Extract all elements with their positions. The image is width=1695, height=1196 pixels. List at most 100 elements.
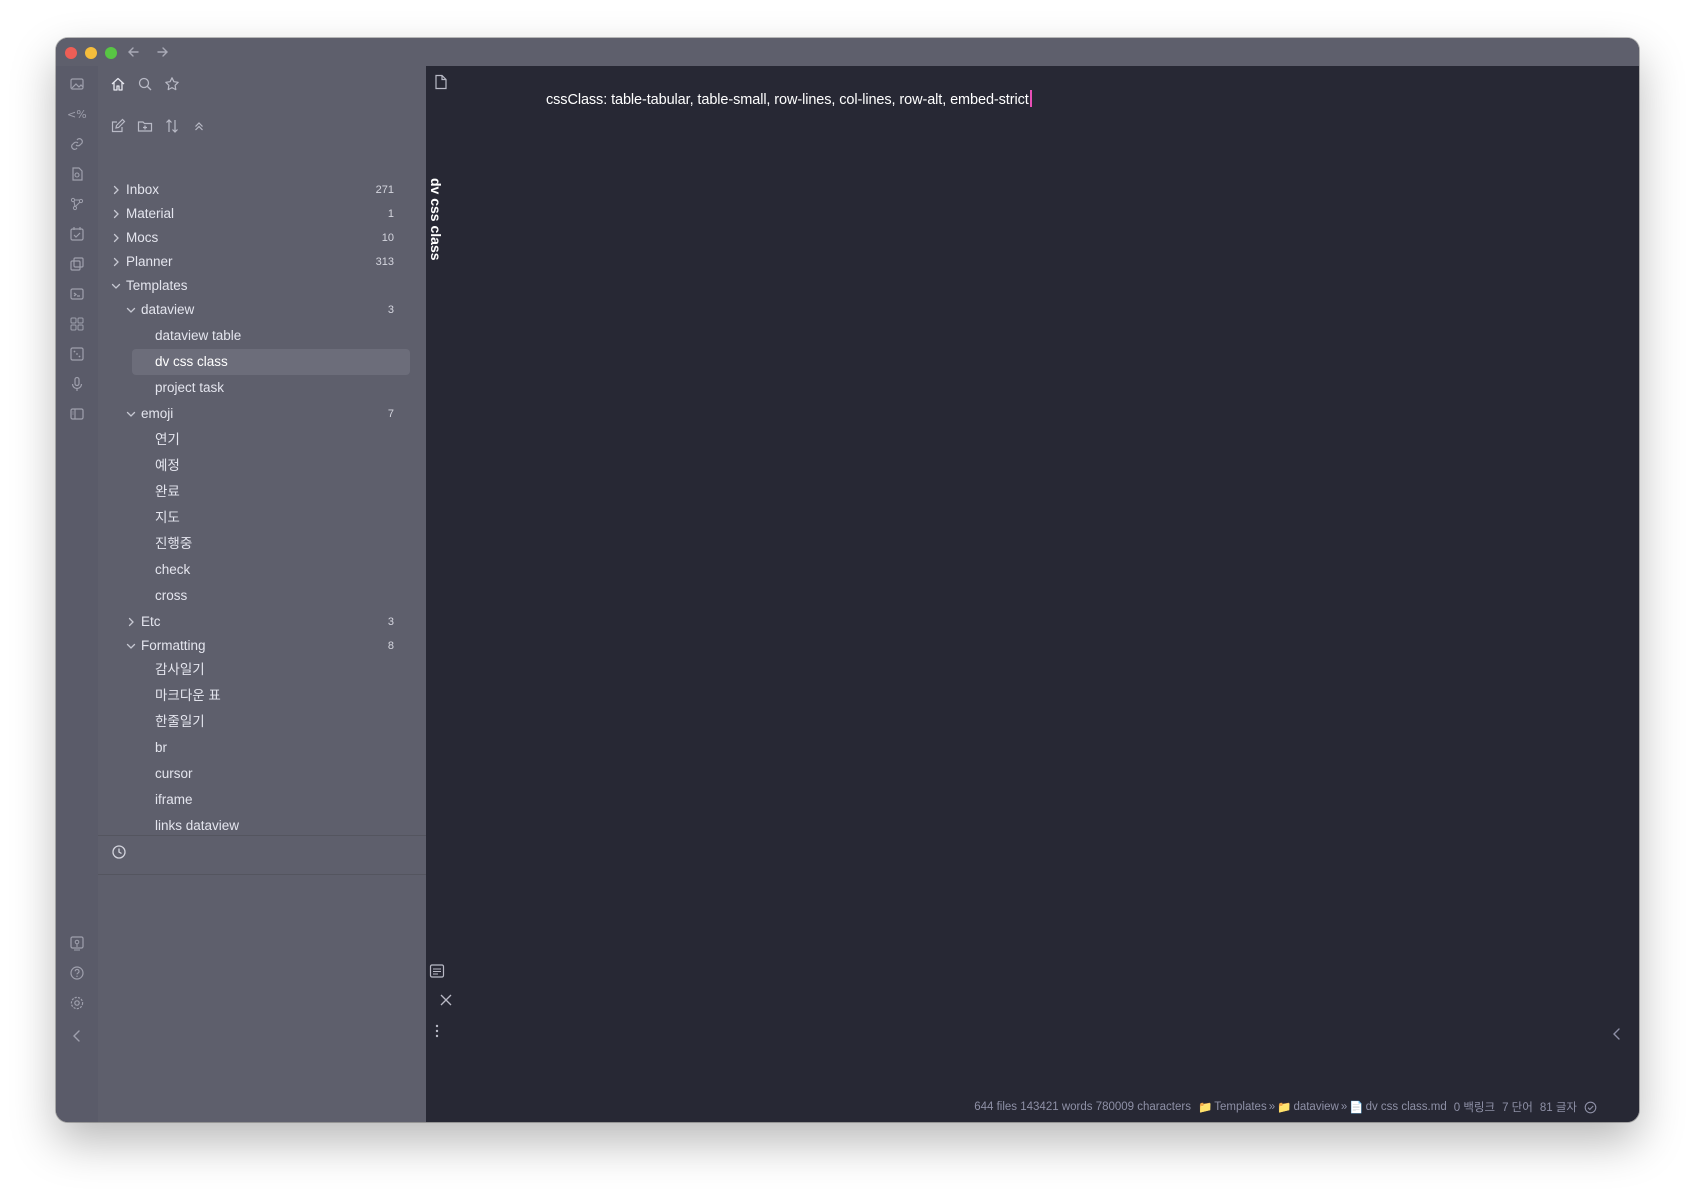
tab-title[interactable]: dv css class (428, 178, 444, 261)
clock-icon[interactable] (109, 842, 129, 862)
tree-item[interactable]: 한줄일기 (98, 710, 426, 734)
tree-item[interactable]: Inbox 271 (98, 178, 426, 202)
file-search-icon[interactable] (67, 164, 87, 184)
word-count: 7 단어 (1502, 1102, 1533, 1114)
vault-icon[interactable] (67, 933, 87, 953)
tree-item[interactable]: 연기 (98, 428, 426, 452)
collapse-all-icon[interactable] (189, 116, 209, 136)
file-count-badge: 8 (387, 640, 394, 652)
tree-item[interactable]: cursor (98, 762, 426, 786)
folder-label: Etc (141, 614, 161, 629)
chevron-down-icon[interactable] (125, 304, 137, 316)
tree-item[interactable]: dataview table (98, 324, 426, 348)
tree-item[interactable]: cross (98, 584, 426, 608)
tree-item[interactable]: Mocs 10 (98, 226, 426, 250)
template-code-icon[interactable]: <% (67, 104, 87, 124)
file-label: 예정 (155, 458, 180, 473)
breadcrumb-dataview[interactable]: dataview (1293, 1101, 1338, 1113)
check-circle-icon[interactable] (1584, 1101, 1597, 1114)
dice-icon[interactable] (67, 344, 87, 364)
search-icon[interactable] (135, 74, 155, 94)
new-note-icon[interactable] (108, 116, 128, 136)
sidebar-layout-icon[interactable] (67, 404, 87, 424)
file-count-badge: 3 (387, 616, 394, 628)
settings-icon[interactable] (67, 993, 87, 1013)
file-count-badge: 10 (381, 232, 394, 244)
text-cursor (1029, 90, 1032, 107)
tree-item[interactable]: check (98, 558, 426, 582)
tree-item[interactable]: Templates (98, 274, 426, 298)
tree-item[interactable]: 진행중 (98, 532, 426, 556)
chevron-down-icon[interactable] (125, 408, 137, 420)
maximize-window-button[interactable] (105, 47, 117, 59)
reading-view-icon[interactable] (429, 963, 445, 979)
tree-item[interactable]: Planner 313 (98, 250, 426, 274)
close-window-button[interactable] (65, 47, 77, 59)
terminal-icon[interactable] (67, 284, 87, 304)
backlinks-count[interactable]: 0 백링크 (1454, 1099, 1495, 1115)
tree-item[interactable]: Material 1 (98, 202, 426, 226)
file-count-badge: 1 (387, 208, 394, 220)
frontmatter-line: cssClass: table-tabular, table-small, ro… (546, 92, 1029, 108)
help-icon[interactable] (67, 963, 87, 983)
tree-item[interactable]: dv css class (98, 349, 426, 375)
copy-icon[interactable] (67, 254, 87, 274)
pane-divider (98, 874, 426, 875)
folder-label: Formatting (141, 638, 206, 653)
chevron-right-icon[interactable] (110, 256, 122, 268)
folder-icon: 📁 (1277, 1102, 1292, 1114)
image-icon[interactable] (67, 74, 87, 94)
graph-icon[interactable] (67, 194, 87, 214)
tree-item[interactable]: iframe (98, 788, 426, 812)
more-options-icon[interactable] (435, 1024, 439, 1038)
chevron-down-icon[interactable] (110, 280, 122, 292)
star-icon[interactable] (162, 74, 182, 94)
file-tree: Inbox 271 Material 1 Mocs 10 Planner 313 Templat… (98, 178, 426, 830)
editor-content[interactable]: cssClass: table-tabular, table-small, ro… (546, 90, 1032, 108)
tree-item[interactable]: Formatting 8 (98, 634, 426, 658)
home-icon[interactable] (108, 74, 128, 94)
chevron-down-icon[interactable] (125, 640, 137, 652)
tree-item[interactable]: 예정 (98, 454, 426, 478)
breadcrumb-templates[interactable]: Templates (1214, 1101, 1266, 1113)
file-label: 마크다운 표 (155, 688, 221, 703)
minimize-window-button[interactable] (85, 47, 97, 59)
tree-item[interactable]: Etc 3 (98, 610, 426, 634)
grid-icon[interactable] (67, 314, 87, 334)
folder-label: Templates (126, 278, 188, 293)
status-bar: 644 files 143421 words 780009 characters… (974, 1098, 1597, 1116)
folder-label: Planner (126, 254, 173, 269)
chevron-right-icon[interactable] (110, 208, 122, 220)
tree-item[interactable]: 마크다운 표 (98, 684, 426, 708)
tree-item[interactable]: links dataview (98, 814, 426, 830)
microphone-icon[interactable] (67, 374, 87, 394)
folder-label: emoji (141, 406, 174, 421)
file-count-badge: 3 (387, 304, 394, 316)
file-count-badge: 313 (375, 256, 394, 268)
tree-item[interactable]: br (98, 736, 426, 760)
tree-item[interactable]: 완료 (98, 480, 426, 504)
file-icon[interactable] (434, 74, 448, 90)
new-folder-icon[interactable] (135, 116, 155, 136)
tree-item[interactable]: 지도 (98, 506, 426, 530)
sort-icon[interactable] (162, 116, 182, 136)
close-icon[interactable] (440, 994, 452, 1006)
chevron-right-icon[interactable] (110, 232, 122, 244)
chevron-right-icon[interactable] (110, 184, 122, 196)
tree-item[interactable]: 감사일기 (98, 658, 426, 682)
chevron-left-icon[interactable] (1611, 1026, 1623, 1042)
arrow-right-icon[interactable] (155, 43, 169, 61)
collapse-left-icon[interactable] (67, 1026, 87, 1046)
tree-item[interactable]: project task (98, 376, 426, 400)
calendar-check-icon[interactable] (67, 224, 87, 244)
file-label: 감사일기 (155, 662, 205, 677)
arrow-left-icon[interactable] (127, 43, 141, 61)
file-label: check (155, 562, 191, 577)
link-icon[interactable] (67, 134, 87, 154)
chevron-right-icon[interactable] (125, 616, 137, 628)
breadcrumb: 📁 Templates » 📁 dataview » 📄 dv css class.m… (1198, 1100, 1447, 1114)
tree-item[interactable]: dataview 3 (98, 298, 426, 322)
folder-label: dataview (141, 302, 195, 317)
breadcrumb-file[interactable]: dv css class.md (1366, 1101, 1447, 1113)
tree-item[interactable]: emoji 7 (98, 402, 426, 426)
